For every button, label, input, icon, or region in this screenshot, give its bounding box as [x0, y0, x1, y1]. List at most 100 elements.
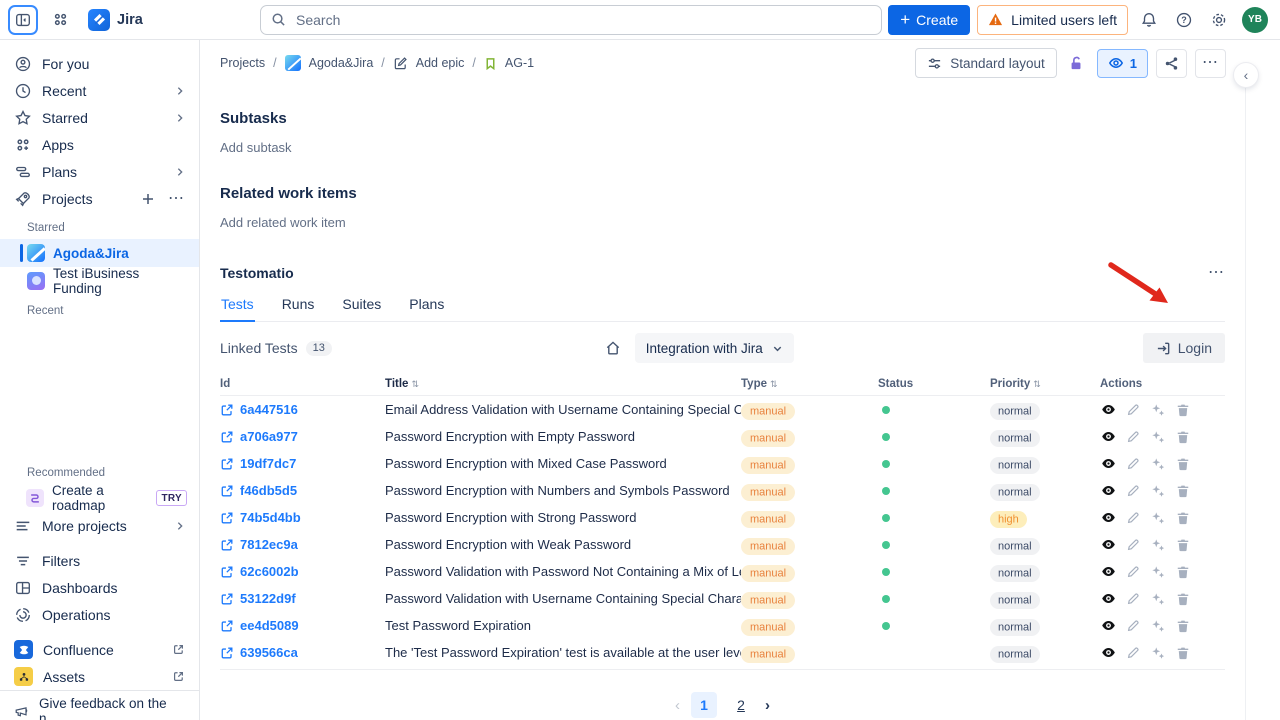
give-feedback-button[interactable]: Give feedback on the n...	[0, 690, 199, 720]
ai-generate-button[interactable]	[1150, 483, 1166, 499]
help-button[interactable]: ?	[1170, 6, 1198, 34]
sidebar-item-apps[interactable]: Apps	[0, 131, 199, 158]
global-search[interactable]	[260, 5, 882, 35]
tab-suites[interactable]: Suites	[341, 296, 382, 322]
table-row[interactable]: 62c6002b Password Validation with Passwo…	[220, 558, 1225, 585]
delete-test-button[interactable]	[1175, 483, 1191, 499]
test-id-link[interactable]: 19df7dc7	[240, 456, 296, 471]
column-header-priority[interactable]: Priority⇅	[990, 378, 1100, 390]
standard-layout-button[interactable]: Standard layout	[915, 48, 1057, 78]
test-id-link[interactable]: f46db5d5	[240, 483, 297, 498]
app-switcher-button[interactable]	[46, 6, 74, 34]
testomatio-more-button[interactable]: ⋯	[1208, 264, 1225, 282]
tab-plans[interactable]: Plans	[408, 296, 445, 322]
table-row[interactable]: ee4d5089 Test Password Expiration manual…	[220, 612, 1225, 639]
edit-test-button[interactable]	[1125, 429, 1141, 445]
more-actions-button[interactable]: ⋯	[1195, 49, 1226, 78]
view-test-button[interactable]	[1100, 510, 1116, 526]
test-id-link[interactable]: 62c6002b	[240, 564, 299, 579]
ai-generate-button[interactable]	[1150, 591, 1166, 607]
edit-test-button[interactable]	[1125, 618, 1141, 634]
view-test-button[interactable]	[1100, 429, 1116, 445]
tab-tests[interactable]: Tests	[220, 296, 255, 322]
ai-generate-button[interactable]	[1150, 537, 1166, 553]
ai-generate-button[interactable]	[1150, 429, 1166, 445]
edit-test-button[interactable]	[1125, 591, 1141, 607]
edit-test-button[interactable]	[1125, 456, 1141, 472]
add-related-work-item-button[interactable]: Add related work item	[220, 215, 1225, 230]
breadcrumb-add-epic[interactable]: Add epic	[416, 56, 465, 70]
table-row[interactable]: a706a977 Password Encryption with Empty …	[220, 423, 1225, 450]
sidebar-item-plans[interactable]: Plans	[0, 158, 199, 185]
delete-test-button[interactable]	[1175, 510, 1191, 526]
jira-logo[interactable]: Jira	[88, 9, 143, 31]
collapse-panel-button[interactable]: ‹	[1234, 63, 1258, 87]
sidebar-item-starred[interactable]: Starred	[0, 104, 199, 131]
test-id-link[interactable]: ee4d5089	[240, 618, 299, 633]
table-row[interactable]: 7812ec9a Password Encryption with Weak P…	[220, 531, 1225, 558]
delete-test-button[interactable]	[1175, 456, 1191, 472]
redacted-recent-item[interactable]	[0, 349, 199, 376]
test-id-link[interactable]: a706a977	[240, 429, 298, 444]
view-test-button[interactable]	[1100, 483, 1116, 499]
view-test-button[interactable]	[1100, 591, 1116, 607]
tab-runs[interactable]: Runs	[281, 296, 316, 322]
delete-test-button[interactable]	[1175, 564, 1191, 580]
sidebar-item-recent[interactable]: Recent	[0, 77, 199, 104]
delete-test-button[interactable]	[1175, 402, 1191, 418]
ai-generate-button[interactable]	[1150, 456, 1166, 472]
ai-generate-button[interactable]	[1150, 618, 1166, 634]
edit-test-button[interactable]	[1125, 645, 1141, 661]
table-row[interactable]: f46db5d5 Password Encryption with Number…	[220, 477, 1225, 504]
table-row[interactable]: 6a447516 Email Address Validation with U…	[220, 396, 1225, 423]
view-test-button[interactable]	[1100, 645, 1116, 661]
redacted-recent-item[interactable]	[0, 376, 199, 403]
sidebar-item-assets[interactable]: Assets	[0, 663, 199, 690]
add-project-icon[interactable]	[142, 193, 154, 205]
view-test-button[interactable]	[1100, 618, 1116, 634]
sidebar-item-create-roadmap[interactable]: Create a roadmap TRY	[0, 484, 199, 512]
notifications-button[interactable]	[1135, 6, 1163, 34]
edit-test-button[interactable]	[1125, 537, 1141, 553]
sidebar-item-operations[interactable]: Operations	[0, 601, 199, 628]
delete-test-button[interactable]	[1175, 537, 1191, 553]
breadcrumb-project[interactable]: Agoda&Jira	[309, 56, 374, 70]
home-button[interactable]	[601, 336, 625, 360]
sidebar-item-more-projects[interactable]: More projects	[0, 512, 199, 539]
limited-users-button[interactable]: Limited users left	[977, 5, 1128, 35]
view-test-button[interactable]	[1100, 456, 1116, 472]
watchers-button[interactable]: 1	[1097, 49, 1148, 78]
test-id-link[interactable]: 639566ca	[240, 645, 298, 660]
unlock-button[interactable]	[1065, 49, 1089, 77]
test-id-link[interactable]: 74b5d4bb	[240, 510, 301, 525]
sidebar-project-test-ibusiness[interactable]: Test iBusiness Funding	[0, 267, 199, 295]
view-test-button[interactable]	[1100, 564, 1116, 580]
redacted-recent-item[interactable]	[0, 430, 199, 457]
column-header-title[interactable]: Title⇅	[385, 378, 741, 390]
redacted-recent-item[interactable]	[0, 403, 199, 430]
search-input[interactable]	[294, 11, 871, 29]
integration-filter-dropdown[interactable]: Integration with Jira	[635, 333, 794, 363]
edit-test-button[interactable]	[1125, 564, 1141, 580]
sidebar-item-for-you[interactable]: For you	[0, 50, 199, 77]
add-subtask-button[interactable]: Add subtask	[220, 140, 1225, 155]
delete-test-button[interactable]	[1175, 591, 1191, 607]
page-1-button[interactable]: 1	[691, 692, 717, 718]
test-id-link[interactable]: 6a447516	[240, 402, 298, 417]
sidebar-project-agoda-jira[interactable]: Agoda&Jira	[0, 239, 199, 267]
sidebar-item-projects[interactable]: Projects ⋯	[0, 185, 199, 212]
delete-test-button[interactable]	[1175, 645, 1191, 661]
redacted-recent-item[interactable]	[0, 322, 199, 349]
test-id-link[interactable]: 53122d9f	[240, 591, 296, 606]
table-row[interactable]: 53122d9f Password Validation with Userna…	[220, 585, 1225, 612]
view-test-button[interactable]	[1100, 402, 1116, 418]
table-row[interactable]: 74b5d4bb Password Encryption with Strong…	[220, 504, 1225, 531]
breadcrumb-issue-key[interactable]: AG-1	[505, 56, 534, 70]
edit-test-button[interactable]	[1125, 510, 1141, 526]
sidebar-item-confluence[interactable]: Confluence	[0, 636, 199, 663]
sidebar-item-dashboards[interactable]: Dashboards	[0, 574, 199, 601]
delete-test-button[interactable]	[1175, 429, 1191, 445]
table-row[interactable]: 639566ca The 'Test Password Expiration' …	[220, 639, 1225, 666]
sidebar-item-filters[interactable]: Filters	[0, 547, 199, 574]
create-button[interactable]: + Create	[888, 5, 970, 35]
